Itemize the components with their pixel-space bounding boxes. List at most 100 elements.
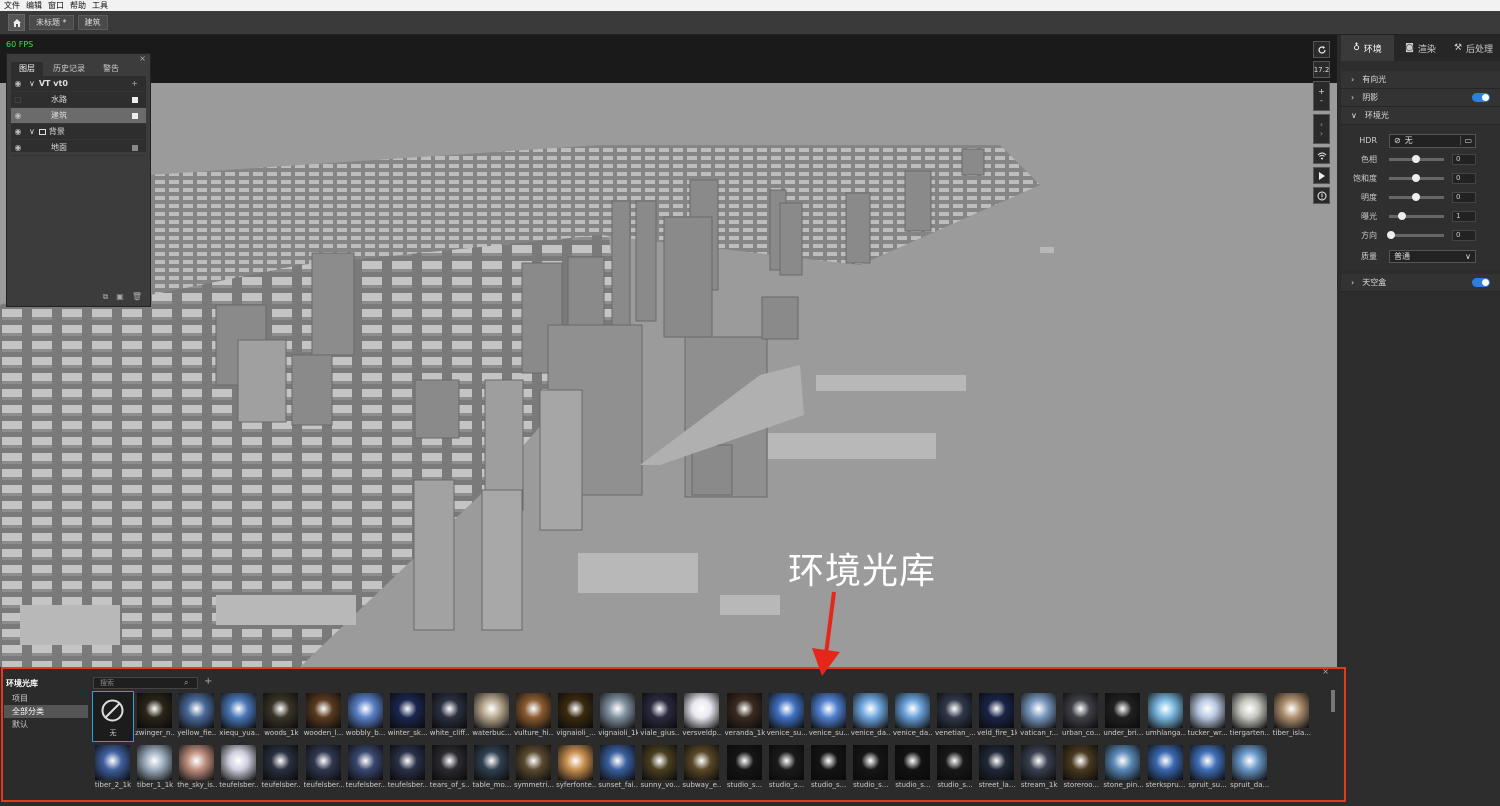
hdr-thumbnail[interactable]: venice_su... [767, 692, 807, 741]
hdr-thumbnail[interactable]: tiber_2_1k [93, 744, 133, 793]
hdr-thumbnail[interactable]: studio_s... [935, 744, 975, 793]
hdr-thumbnail[interactable]: teufelsber... [346, 744, 386, 793]
panel-close-icon[interactable]: × [139, 54, 146, 63]
hdr-thumbnail[interactable]: the_sky_is... [177, 744, 217, 793]
section-shadow[interactable]: › 阴影 [1341, 89, 1500, 107]
hdr-thumbnail[interactable]: woods_1k [261, 692, 301, 741]
hdr-thumbnail[interactable]: waterbuc... [472, 692, 512, 741]
hdr-thumbnail[interactable]: studio_s... [767, 744, 807, 793]
hdr-thumbnail[interactable]: teufelsber... [219, 744, 259, 793]
slider-knob[interactable] [1387, 231, 1395, 239]
category-default[interactable]: 默认 [4, 718, 88, 731]
chevron-left-icon[interactable]: ‹ [1320, 120, 1323, 129]
direction-slider[interactable] [1387, 231, 1444, 239]
layer-row-background[interactable]: ◉ ∨ 背景 [11, 124, 146, 140]
hdr-thumbnail[interactable]: wooden_l... [304, 692, 344, 741]
hdr-thumbnail[interactable]: spruit_su... [1188, 744, 1228, 793]
hdr-thumbnail[interactable]: studio_s... [893, 744, 933, 793]
hdr-thumbnail[interactable]: urban_co... [1061, 692, 1101, 741]
hdr-thumbnail[interactable]: venice_su... [809, 692, 849, 741]
add-icon[interactable]: + [131, 79, 138, 88]
hdr-thumbnail[interactable]: subway_e... [682, 744, 722, 793]
search-icon[interactable]: ⌕ [184, 678, 188, 688]
hdr-thumbnail[interactable]: venice_da... [893, 692, 933, 741]
layer-row-water[interactable]: □ 水路 [11, 92, 146, 108]
slider-knob[interactable] [1412, 155, 1420, 163]
chevron-down-icon[interactable]: ∨ [29, 127, 35, 136]
menu-edit[interactable]: 编辑 [26, 0, 42, 11]
quality-select[interactable]: 普通 ∨ [1389, 250, 1476, 263]
hdr-thumbnail[interactable]: teufelsber... [304, 744, 344, 793]
hdr-thumbnail[interactable]: studio_s... [725, 744, 765, 793]
hdr-thumbnail[interactable]: xiequ_yua... [219, 692, 259, 741]
param-value[interactable]: 0 [1452, 230, 1476, 241]
hdr-thumbnail[interactable]: vignaioli_... [556, 692, 596, 741]
section-ambient-light[interactable]: ∨ 环境光 [1341, 107, 1500, 125]
library-scrollbar[interactable] [1331, 690, 1335, 712]
zoom-out-button[interactable]: - [1320, 96, 1323, 105]
hdr-thumbnail[interactable]: sunny_vo... [640, 744, 680, 793]
zoom-in-button[interactable]: + [1318, 87, 1325, 96]
hdr-thumbnail[interactable]: yellow_fie... [177, 692, 217, 741]
slider-knob[interactable] [1398, 212, 1406, 220]
menu-file[interactable]: 文件 [4, 0, 20, 11]
menu-window[interactable]: 窗口 [48, 0, 64, 11]
info-button[interactable] [1313, 187, 1330, 204]
brightness-slider[interactable] [1389, 193, 1444, 201]
chevron-right-icon[interactable]: › [1320, 129, 1323, 138]
wifi-button[interactable] [1313, 147, 1330, 164]
tab-render[interactable]: ◙ 渲染 [1394, 35, 1447, 61]
layer-row-vt[interactable]: ◉ ∨ VT vt0 + [11, 76, 146, 92]
hdr-thumbnail[interactable]: tiber_1_1k [135, 744, 175, 793]
menu-help[interactable]: 帮助 [70, 0, 86, 11]
category-project[interactable]: 项目 [4, 692, 88, 705]
category-all[interactable]: 全部分类 [4, 705, 88, 718]
hdr-thumbnail[interactable]: venetian_... [935, 692, 975, 741]
hdr-thumbnail[interactable]: 无 [92, 691, 134, 742]
hdr-thumbnail[interactable]: symmetri... [514, 744, 554, 793]
eye-icon[interactable]: ◉ [11, 127, 25, 136]
hdr-thumbnail[interactable]: winter_sk... [388, 692, 428, 741]
hdr-thumbnail[interactable]: wobbly_b... [346, 692, 386, 741]
hdr-thumbnail[interactable]: sterkspru... [1146, 744, 1186, 793]
tab-environment[interactable]: ♁ 环境 [1341, 35, 1394, 61]
hdr-thumbnail[interactable]: umhlanga... [1146, 692, 1186, 741]
hdr-thumbnail[interactable]: syferfonte... [556, 744, 596, 793]
param-value[interactable]: 0 [1452, 192, 1476, 203]
home-button[interactable] [8, 14, 25, 31]
hdr-thumbnail[interactable]: tiergarten... [1230, 692, 1270, 741]
hdr-thumbnail[interactable]: versveldp... [682, 692, 722, 741]
shadow-toggle[interactable] [1472, 93, 1490, 102]
hdr-thumbnail[interactable]: stream_1k [1019, 744, 1059, 793]
hdr-picker[interactable]: ⊘ 无 ▭ [1389, 133, 1476, 148]
hdr-thumbnail[interactable]: teufelsber... [388, 744, 428, 793]
exposure-slider[interactable] [1389, 212, 1444, 220]
3d-viewport[interactable]: 60 FPS 17.2 + - ‹ › [0, 35, 1337, 667]
skybox-toggle[interactable] [1472, 278, 1490, 287]
param-value[interactable]: 1 [1452, 211, 1476, 222]
hdr-thumbnail[interactable]: stone_pin... [1103, 744, 1143, 793]
color-swatch[interactable] [132, 96, 138, 103]
layer-row-ground[interactable]: ◉ 地面 [11, 140, 146, 156]
hdr-thumbnail[interactable]: studio_s... [851, 744, 891, 793]
saturation-slider[interactable] [1389, 174, 1444, 182]
hdr-thumbnail[interactable]: viale_gius... [640, 692, 680, 741]
menu-tools[interactable]: 工具 [92, 0, 108, 11]
play-button[interactable] [1313, 167, 1330, 184]
param-value[interactable]: 0 [1452, 154, 1476, 165]
hdr-thumbnail[interactable]: table_mo... [472, 744, 512, 793]
hdr-thumbnail[interactable]: zwinger_n... [135, 692, 175, 741]
tab-warnings[interactable]: 警告 [95, 62, 127, 76]
eye-icon[interactable]: ◉ [11, 79, 25, 88]
folder-icon[interactable]: ▭ [1460, 136, 1475, 145]
hdr-thumbnail[interactable]: vulture_hi... [514, 692, 554, 741]
tab-history[interactable]: 历史记录 [45, 62, 93, 76]
hdr-thumbnail[interactable]: white_cliff... [430, 692, 470, 741]
color-swatch[interactable] [132, 144, 138, 151]
hidden-eye-icon[interactable]: □ [11, 95, 25, 104]
hdr-thumbnail[interactable]: storeroo... [1061, 744, 1101, 793]
slider-knob[interactable] [1412, 193, 1420, 201]
reset-view-button[interactable] [1313, 41, 1330, 58]
library-search-input[interactable]: 搜索 [93, 677, 198, 689]
tab-building[interactable]: 建筑 [77, 15, 108, 30]
